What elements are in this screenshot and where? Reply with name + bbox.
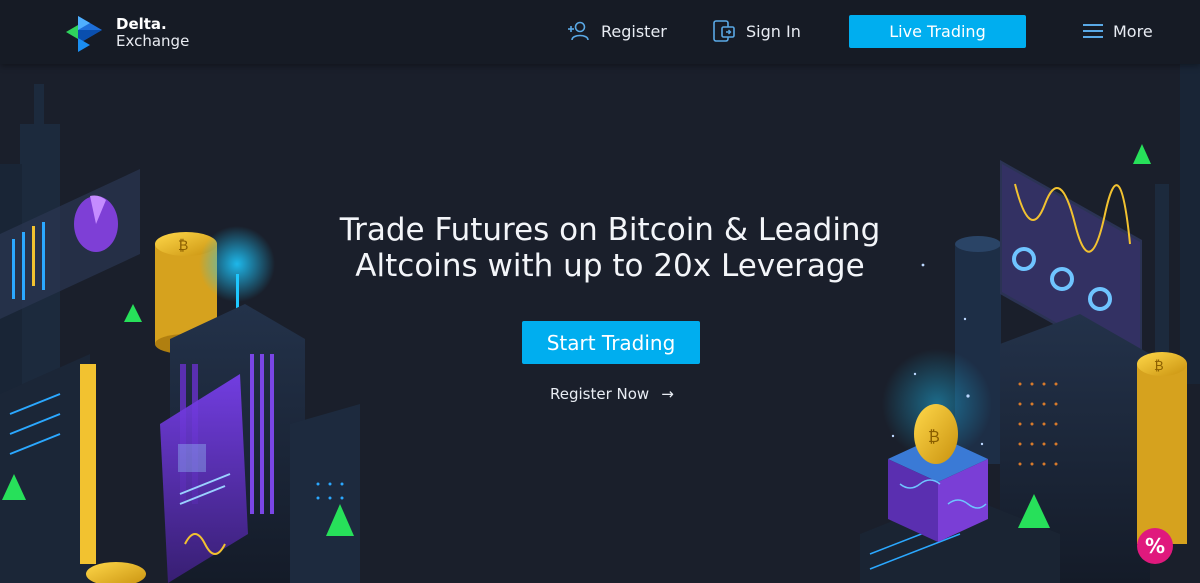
nav-signin-label: Sign In bbox=[746, 21, 801, 41]
start-trading-button[interactable]: Start Trading bbox=[522, 321, 700, 364]
nav-signin-link[interactable]: Sign In bbox=[712, 18, 801, 44]
nav-register-link[interactable]: Register bbox=[567, 18, 667, 44]
left-coin-bottom bbox=[86, 562, 146, 583]
hero-headline-line1: Trade Futures on Bitcoin & Leading bbox=[339, 212, 881, 248]
device-login-icon bbox=[713, 20, 735, 42]
nav-register-label: Register bbox=[601, 21, 667, 41]
right-buildings bbox=[860, 314, 1150, 583]
svg-text:₿: ₿ bbox=[178, 238, 188, 254]
svg-text:₿: ₿ bbox=[1154, 359, 1164, 374]
delta-exchange-logo[interactable]: Delta. Exchange bbox=[64, 12, 214, 54]
live-trading-button[interactable]: Live Trading bbox=[849, 15, 1026, 48]
top-navbar: Delta. Exchange Register Sign In Live Tr… bbox=[0, 0, 1200, 64]
brand-name-line1: Delta. bbox=[116, 15, 167, 33]
nav-more-menu[interactable]: More bbox=[1083, 18, 1153, 44]
promo-percent-button[interactable]: % bbox=[1137, 528, 1173, 564]
arrow-right-icon: → bbox=[661, 385, 674, 403]
hero-section: ₿ ₿ ₿ Trade Futures on Bitcoin & Leading… bbox=[0, 64, 1200, 583]
nav-more-label: More bbox=[1113, 21, 1153, 41]
svg-text:₿: ₿ bbox=[928, 427, 940, 446]
brand-name-line2: Exchange bbox=[116, 32, 190, 50]
hero-headline-line2: Altcoins with up to 20x Leverage bbox=[355, 248, 865, 284]
add-user-icon bbox=[568, 21, 589, 41]
register-now-link[interactable]: Register Now → bbox=[550, 383, 674, 405]
register-now-label: Register Now bbox=[550, 385, 650, 403]
delta-logo-icon bbox=[66, 16, 102, 52]
hero-headline: Trade Futures on Bitcoin & Leading Altco… bbox=[300, 212, 920, 284]
hamburger-menu-icon bbox=[1083, 24, 1103, 38]
